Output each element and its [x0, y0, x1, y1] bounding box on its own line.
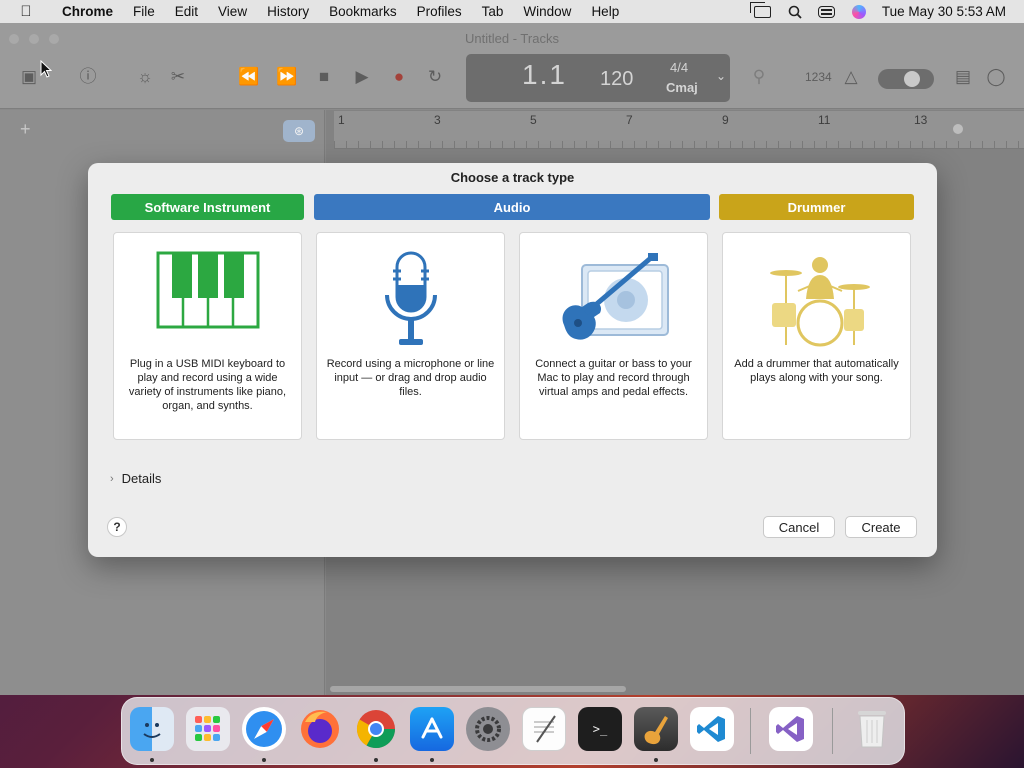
lcd-mode-chevron-icon[interactable]: ⌄	[716, 69, 726, 83]
running-indicator	[430, 758, 434, 762]
ruler-bar-number: 9	[722, 113, 729, 127]
card-description: Record using a microphone or line input …	[326, 358, 495, 398]
lcd-position: 1.1	[522, 59, 567, 90]
status-area: Tue May 30 5:53 AM	[750, 0, 1024, 23]
cycle-icon[interactable]: ↻	[424, 67, 446, 87]
ruler-bar-number: 11	[818, 113, 831, 127]
create-button[interactable]: Create	[845, 516, 917, 538]
menu-app-name[interactable]: Chrome	[52, 4, 123, 19]
clock[interactable]: Tue May 30 5:53 AM	[882, 4, 1006, 19]
running-indicator	[374, 758, 378, 762]
window-toolbar: Untitled - Tracks ▣ ⓘ ☼ ✂ ⏪ ⏩ ■ ▶ ● ↻ 1.…	[0, 23, 1024, 109]
track-card-software-instrument[interactable]: Plug in a USB MIDI keyboard to play and …	[113, 232, 302, 440]
launchpad-icon[interactable]	[186, 707, 230, 751]
lcd-time-signature: 4/4	[670, 60, 689, 75]
safari-icon[interactable]	[242, 707, 286, 751]
visual-studio-icon[interactable]	[769, 707, 813, 751]
terminal-icon[interactable]: >_	[578, 707, 622, 751]
fast-forward-icon[interactable]: ⏩	[276, 67, 298, 87]
siri-icon[interactable]	[850, 4, 868, 19]
record-icon[interactable]: ●	[388, 67, 410, 87]
menu-window[interactable]: Window	[513, 4, 581, 19]
count-in-indicator[interactable]: 1234	[805, 70, 832, 84]
track-card-drummer[interactable]: Add a drummer that automatically plays a…	[722, 232, 911, 440]
notepad-icon[interactable]: ▤	[952, 67, 974, 87]
help-button[interactable]: ?	[107, 517, 127, 537]
dock-separator	[750, 708, 751, 754]
metronome-icon[interactable]: △	[840, 67, 862, 87]
master-volume-slider[interactable]	[878, 69, 934, 89]
control-center-icon[interactable]	[818, 5, 836, 19]
apple-menu-icon[interactable]: 	[0, 3, 52, 20]
menu-tab[interactable]: Tab	[472, 4, 514, 19]
stop-icon[interactable]: ■	[313, 67, 335, 87]
trash-icon[interactable]	[850, 707, 894, 751]
category-drummer[interactable]: Drummer	[719, 194, 914, 220]
running-indicator	[150, 758, 154, 762]
ruler-bar-number: 13	[914, 113, 928, 127]
card-description: Plug in a USB MIDI keyboard to play and …	[128, 358, 287, 412]
quick-help-icon[interactable]: ⓘ	[77, 67, 99, 87]
horizontal-scrollbar[interactable]	[330, 686, 626, 692]
guitar-amp-icon	[520, 251, 707, 351]
menu-view[interactable]: View	[208, 4, 257, 19]
running-indicator	[654, 758, 658, 762]
smart-tempo-icon[interactable]: ⊛	[283, 120, 315, 142]
details-label: Details	[121, 471, 162, 486]
category-audio[interactable]: Audio	[314, 194, 710, 220]
lcd-key: Cmaj	[666, 80, 698, 95]
textedit-icon[interactable]	[522, 707, 566, 751]
menu-profiles[interactable]: Profiles	[407, 4, 472, 19]
editors-scissors-icon[interactable]: ✂	[167, 67, 189, 87]
menu-history[interactable]: History	[257, 4, 319, 19]
choose-track-type-dialog: Choose a track type Software Instrument …	[88, 163, 937, 557]
menu-help[interactable]: Help	[581, 4, 629, 19]
keyboard-icon	[114, 251, 301, 351]
cancel-button[interactable]: Cancel	[763, 516, 835, 538]
rewind-icon[interactable]: ⏪	[238, 67, 260, 87]
drummer-icon	[723, 251, 910, 351]
garageband-icon[interactable]	[634, 707, 678, 751]
menu-file[interactable]: File	[123, 4, 165, 19]
finder-icon[interactable]	[130, 707, 174, 751]
vscode-icon[interactable]	[690, 707, 734, 751]
track-card-guitar[interactable]: Connect a guitar or bass to your Mac to …	[519, 232, 708, 440]
tuner-icon[interactable]: ⚲	[748, 67, 770, 87]
dock-separator	[832, 708, 833, 754]
track-card-microphone[interactable]: Record using a microphone or line input …	[316, 232, 505, 440]
running-indicator	[262, 758, 266, 762]
lcd-tempo: 120	[600, 68, 634, 90]
add-track-icon[interactable]: +	[20, 119, 31, 140]
loop-browser-icon[interactable]: ◯	[985, 67, 1007, 87]
dialog-title: Choose a track type	[450, 170, 575, 185]
menu-bookmarks[interactable]: Bookmarks	[319, 4, 407, 19]
spotlight-search-icon[interactable]	[786, 5, 804, 19]
dock: >_	[121, 697, 905, 765]
details-disclosure[interactable]: › Details	[110, 471, 161, 486]
mouse-cursor-icon	[40, 60, 52, 78]
window-title: Untitled - Tracks	[465, 31, 559, 46]
card-description: Add a drummer that automatically plays a…	[734, 358, 899, 384]
app-store-icon[interactable]	[410, 707, 454, 751]
menu-edit[interactable]: Edit	[165, 4, 208, 19]
category-software-instrument[interactable]: Software Instrument	[111, 194, 304, 220]
ruler-bar-number: 7	[626, 113, 633, 127]
library-icon[interactable]: ▣	[18, 67, 40, 87]
card-description: Connect a guitar or bass to your Mac to …	[535, 358, 692, 398]
chrome-icon[interactable]	[354, 707, 398, 751]
window-switcher-icon[interactable]	[750, 1, 772, 19]
lcd-display[interactable]: 1.1 120 4/4 Cmaj ⌄	[466, 54, 730, 102]
ruler-bar-number: 3	[434, 113, 441, 127]
firefox-icon[interactable]	[298, 707, 342, 751]
chevron-right-icon: ›	[110, 472, 114, 485]
system-settings-icon[interactable]	[466, 707, 510, 751]
smart-controls-icon[interactable]: ☼	[134, 67, 156, 87]
zoom-slider-knob[interactable]	[953, 124, 963, 134]
play-icon[interactable]: ▶	[351, 67, 373, 87]
microphone-icon	[317, 251, 504, 351]
menu-bar:  Chrome File Edit View History Bookmark…	[0, 0, 1024, 23]
ruler-bar-number: 1	[338, 113, 345, 127]
ruler-bar-number: 5	[530, 113, 537, 127]
